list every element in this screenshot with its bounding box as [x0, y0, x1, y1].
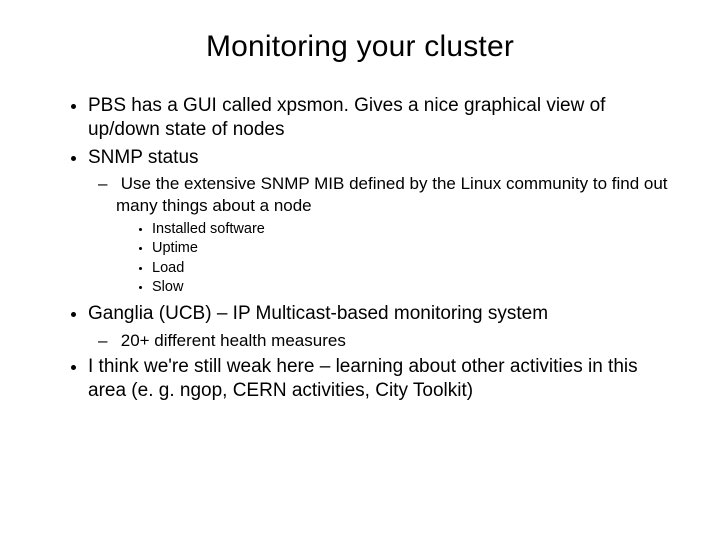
slide: Monitoring your cluster PBS has a GUI ca…: [0, 0, 720, 540]
subsub-bullet-item: Uptime: [152, 239, 680, 259]
subsub-bullet-text: Installed software: [152, 221, 265, 237]
bullet-item: Ganglia (UCB) – IP Multicast-based monit…: [88, 302, 680, 351]
bullet-text: Ganglia (UCB) – IP Multicast-based monit…: [88, 303, 548, 324]
subsub-bullet-item: Load: [152, 259, 680, 279]
bullet-text: SNMP status: [88, 147, 199, 168]
subsub-bullet-text: Uptime: [152, 240, 198, 256]
sub-bullet-text: Use the extensive SNMP MIB defined by th…: [116, 174, 668, 214]
bullet-item: PBS has a GUI called xpsmon. Gives a nic…: [88, 94, 680, 142]
bullet-item: SNMP status Use the extensive SNMP MIB d…: [88, 146, 680, 299]
sub-bullet-list: 20+ different health measures: [88, 330, 680, 351]
sub-bullet-list: Use the extensive SNMP MIB defined by th…: [88, 173, 680, 298]
subsub-bullet-text: Slow: [152, 279, 183, 295]
subsub-bullet-item: Slow: [152, 278, 680, 298]
bullet-item: I think we're still weak here – learning…: [88, 355, 680, 403]
bullet-list: PBS has a GUI called xpsmon. Gives a nic…: [40, 94, 680, 403]
subsub-bullet-item: Installed software: [152, 220, 680, 240]
sub-bullet-text: 20+ different health measures: [121, 331, 346, 350]
bullet-text: I think we're still weak here – learning…: [88, 356, 638, 401]
bullet-text: PBS has a GUI called xpsmon. Gives a nic…: [88, 95, 605, 140]
sub-bullet-item: Use the extensive SNMP MIB defined by th…: [116, 173, 680, 298]
subsub-bullet-list: Installed software Uptime Load Slow: [116, 220, 680, 298]
sub-bullet-item: 20+ different health measures: [116, 330, 680, 351]
slide-title: Monitoring your cluster: [40, 30, 680, 64]
subsub-bullet-text: Load: [152, 260, 184, 276]
